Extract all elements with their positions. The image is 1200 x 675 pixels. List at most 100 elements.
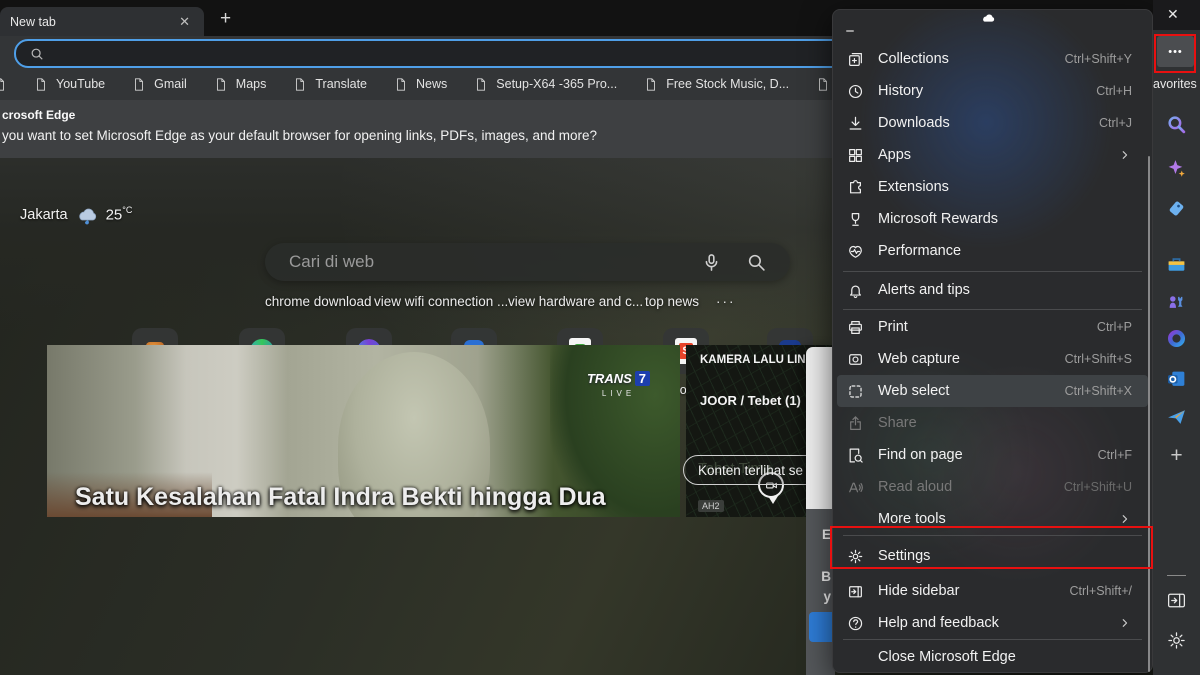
blank-icon (847, 511, 864, 528)
sidebar-drop-icon[interactable] (1166, 405, 1188, 427)
page-icon (132, 77, 146, 92)
page-icon (816, 77, 830, 92)
weather-temp: 25 (106, 207, 123, 224)
menu-item-print[interactable]: Print Ctrl+P (837, 311, 1148, 343)
page-icon (293, 77, 307, 92)
window-close-icon[interactable]: ✕ (1167, 6, 1179, 23)
menu-item-settings[interactable]: Settings (837, 539, 1148, 573)
search-icon[interactable] (747, 253, 766, 272)
web-search-input[interactable] (287, 251, 702, 273)
new-tab-button[interactable]: + (214, 6, 237, 32)
bookmark-news[interactable]: News (394, 77, 447, 92)
rewards-icon (847, 211, 864, 228)
bookmark-partial[interactable] (0, 77, 7, 92)
tab-close-icon[interactable]: ✕ (175, 14, 194, 30)
apps-icon (847, 147, 864, 164)
menu-item-alerts-and-tips[interactable]: Alerts and tips (837, 274, 1148, 306)
sidebar-tools-icon[interactable] (1166, 253, 1188, 275)
menu-item-extensions[interactable]: Extensions (837, 171, 1148, 203)
menu-item-share: Share (837, 407, 1148, 439)
microphone-icon[interactable] (702, 253, 721, 272)
tab-title: New tab (10, 15, 175, 29)
menu-separator (843, 309, 1142, 310)
bell-icon (847, 282, 864, 299)
banner-message: you want to set Microsoft Edge as your d… (2, 128, 597, 143)
sidebar-discover-icon[interactable] (1166, 157, 1188, 179)
sidebar-add-icon[interactable]: + (1166, 445, 1188, 467)
settings-and-more-button[interactable]: ••• (1157, 36, 1194, 67)
help-icon (847, 615, 864, 632)
submenu-chevron-icon (1118, 148, 1132, 162)
quick-link-wifi[interactable]: view wifi connection ... (374, 294, 508, 309)
live-badge: LIVE (587, 389, 650, 398)
submenu-chevron-icon (1118, 512, 1132, 526)
camera-card-subtitle: JOOR / Tebet (1) (700, 393, 801, 408)
page-icon (394, 77, 408, 92)
browser-tab-new-tab[interactable]: New tab ✕ (0, 7, 204, 36)
menu-item-microsoft-rewards[interactable]: Microsoft Rewards (837, 203, 1148, 235)
sidebar-settings-icon[interactable] (1166, 629, 1188, 651)
find-on-page-icon (847, 447, 864, 464)
hide-sidebar-icon (847, 583, 864, 600)
weather-widget[interactable]: Jakarta 25°C (20, 205, 132, 225)
history-icon (847, 83, 864, 100)
bookmark-maps[interactable]: Maps (214, 77, 267, 92)
menu-item-collections[interactable]: Collections Ctrl+Shift+Y (837, 43, 1148, 75)
page-icon (474, 77, 488, 92)
menu-item-performance[interactable]: Performance (837, 235, 1148, 267)
menu-item-find-on-page[interactable]: Find on page Ctrl+F (837, 439, 1148, 471)
sidebar-outlook-icon[interactable] (1166, 367, 1188, 389)
web-capture-icon (847, 351, 864, 368)
camera-card-title: KAMERA LALU LIN (700, 354, 806, 366)
bookmark-gmail[interactable]: Gmail (132, 77, 187, 92)
search-icon (30, 47, 44, 61)
menu-item-web-capture[interactable]: Web capture Ctrl+Shift+S (837, 343, 1148, 375)
menu-separator (843, 639, 1142, 640)
share-icon (847, 415, 864, 432)
collections-icon (847, 51, 864, 68)
favorites-label: avorites (1153, 77, 1200, 91)
quick-link-hardware[interactable]: view hardware and c... (508, 294, 643, 309)
performance-icon (847, 243, 864, 260)
menu-item-close-microsoft-edge[interactable]: Close Microsoft Edge (837, 641, 1148, 673)
menu-separator (843, 271, 1142, 272)
menu-item-apps[interactable]: Apps (837, 139, 1148, 171)
quick-links-more-icon[interactable]: ··· (716, 294, 736, 309)
sidebar-games-icon[interactable] (1166, 289, 1188, 311)
sidebar-shopping-icon[interactable] (1166, 197, 1188, 219)
quick-link-chrome-download[interactable]: chrome download (265, 294, 372, 309)
settings-gear-icon (847, 548, 864, 565)
rain-cloud-icon (74, 205, 100, 225)
partial-menu-item (846, 30, 854, 32)
menu-item-hide-sidebar[interactable]: Hide sidebar Ctrl+Shift+/ (837, 575, 1148, 607)
menu-item-history[interactable]: History Ctrl+H (837, 75, 1148, 107)
bookmark-free-stock-music[interactable]: Free Stock Music, D... (644, 77, 789, 92)
page-icon (0, 77, 7, 92)
sidebar-search-icon[interactable] (1166, 113, 1188, 135)
menu-item-help-and-feedback[interactable]: Help and feedback (837, 607, 1148, 639)
sidebar-divider (1167, 575, 1186, 576)
quick-link-top-news[interactable]: top news (645, 294, 699, 309)
web-search-box[interactable] (265, 243, 790, 281)
bookmark-translate[interactable]: Translate (293, 77, 367, 92)
news-card-video[interactable]: TRANS7 LIVE Satu Kesalahan Fatal Indra B… (47, 345, 680, 517)
menu-scrollbar[interactable] (1148, 156, 1150, 672)
sidebar-microsoft-365-icon[interactable] (1166, 327, 1188, 349)
web-select-icon (847, 383, 864, 400)
downloads-icon (847, 115, 864, 132)
dialog-body-panel: E B y (806, 509, 835, 675)
menu-item-downloads[interactable]: Downloads Ctrl+J (837, 107, 1148, 139)
bookmark-youtube[interactable]: YouTube (34, 77, 105, 92)
menu-item-web-select[interactable]: Web select Ctrl+Shift+X (837, 375, 1148, 407)
bookmark-setup[interactable]: Setup-X64 -365 Pro... (474, 77, 617, 92)
sidebar-hide-sidebar-icon[interactable] (1166, 589, 1188, 611)
menu-item-read-aloud: Read aloud Ctrl+Shift+U (837, 471, 1148, 503)
banner-title: crosoft Edge (2, 108, 75, 122)
occluded-dialog: E B y (806, 347, 835, 675)
printer-icon (847, 319, 864, 336)
menu-separator (843, 535, 1142, 536)
page-icon (644, 77, 658, 92)
weather-city: Jakarta (20, 207, 68, 223)
menu-item-more-tools[interactable]: More tools (837, 503, 1148, 535)
blank-icon (847, 649, 864, 666)
